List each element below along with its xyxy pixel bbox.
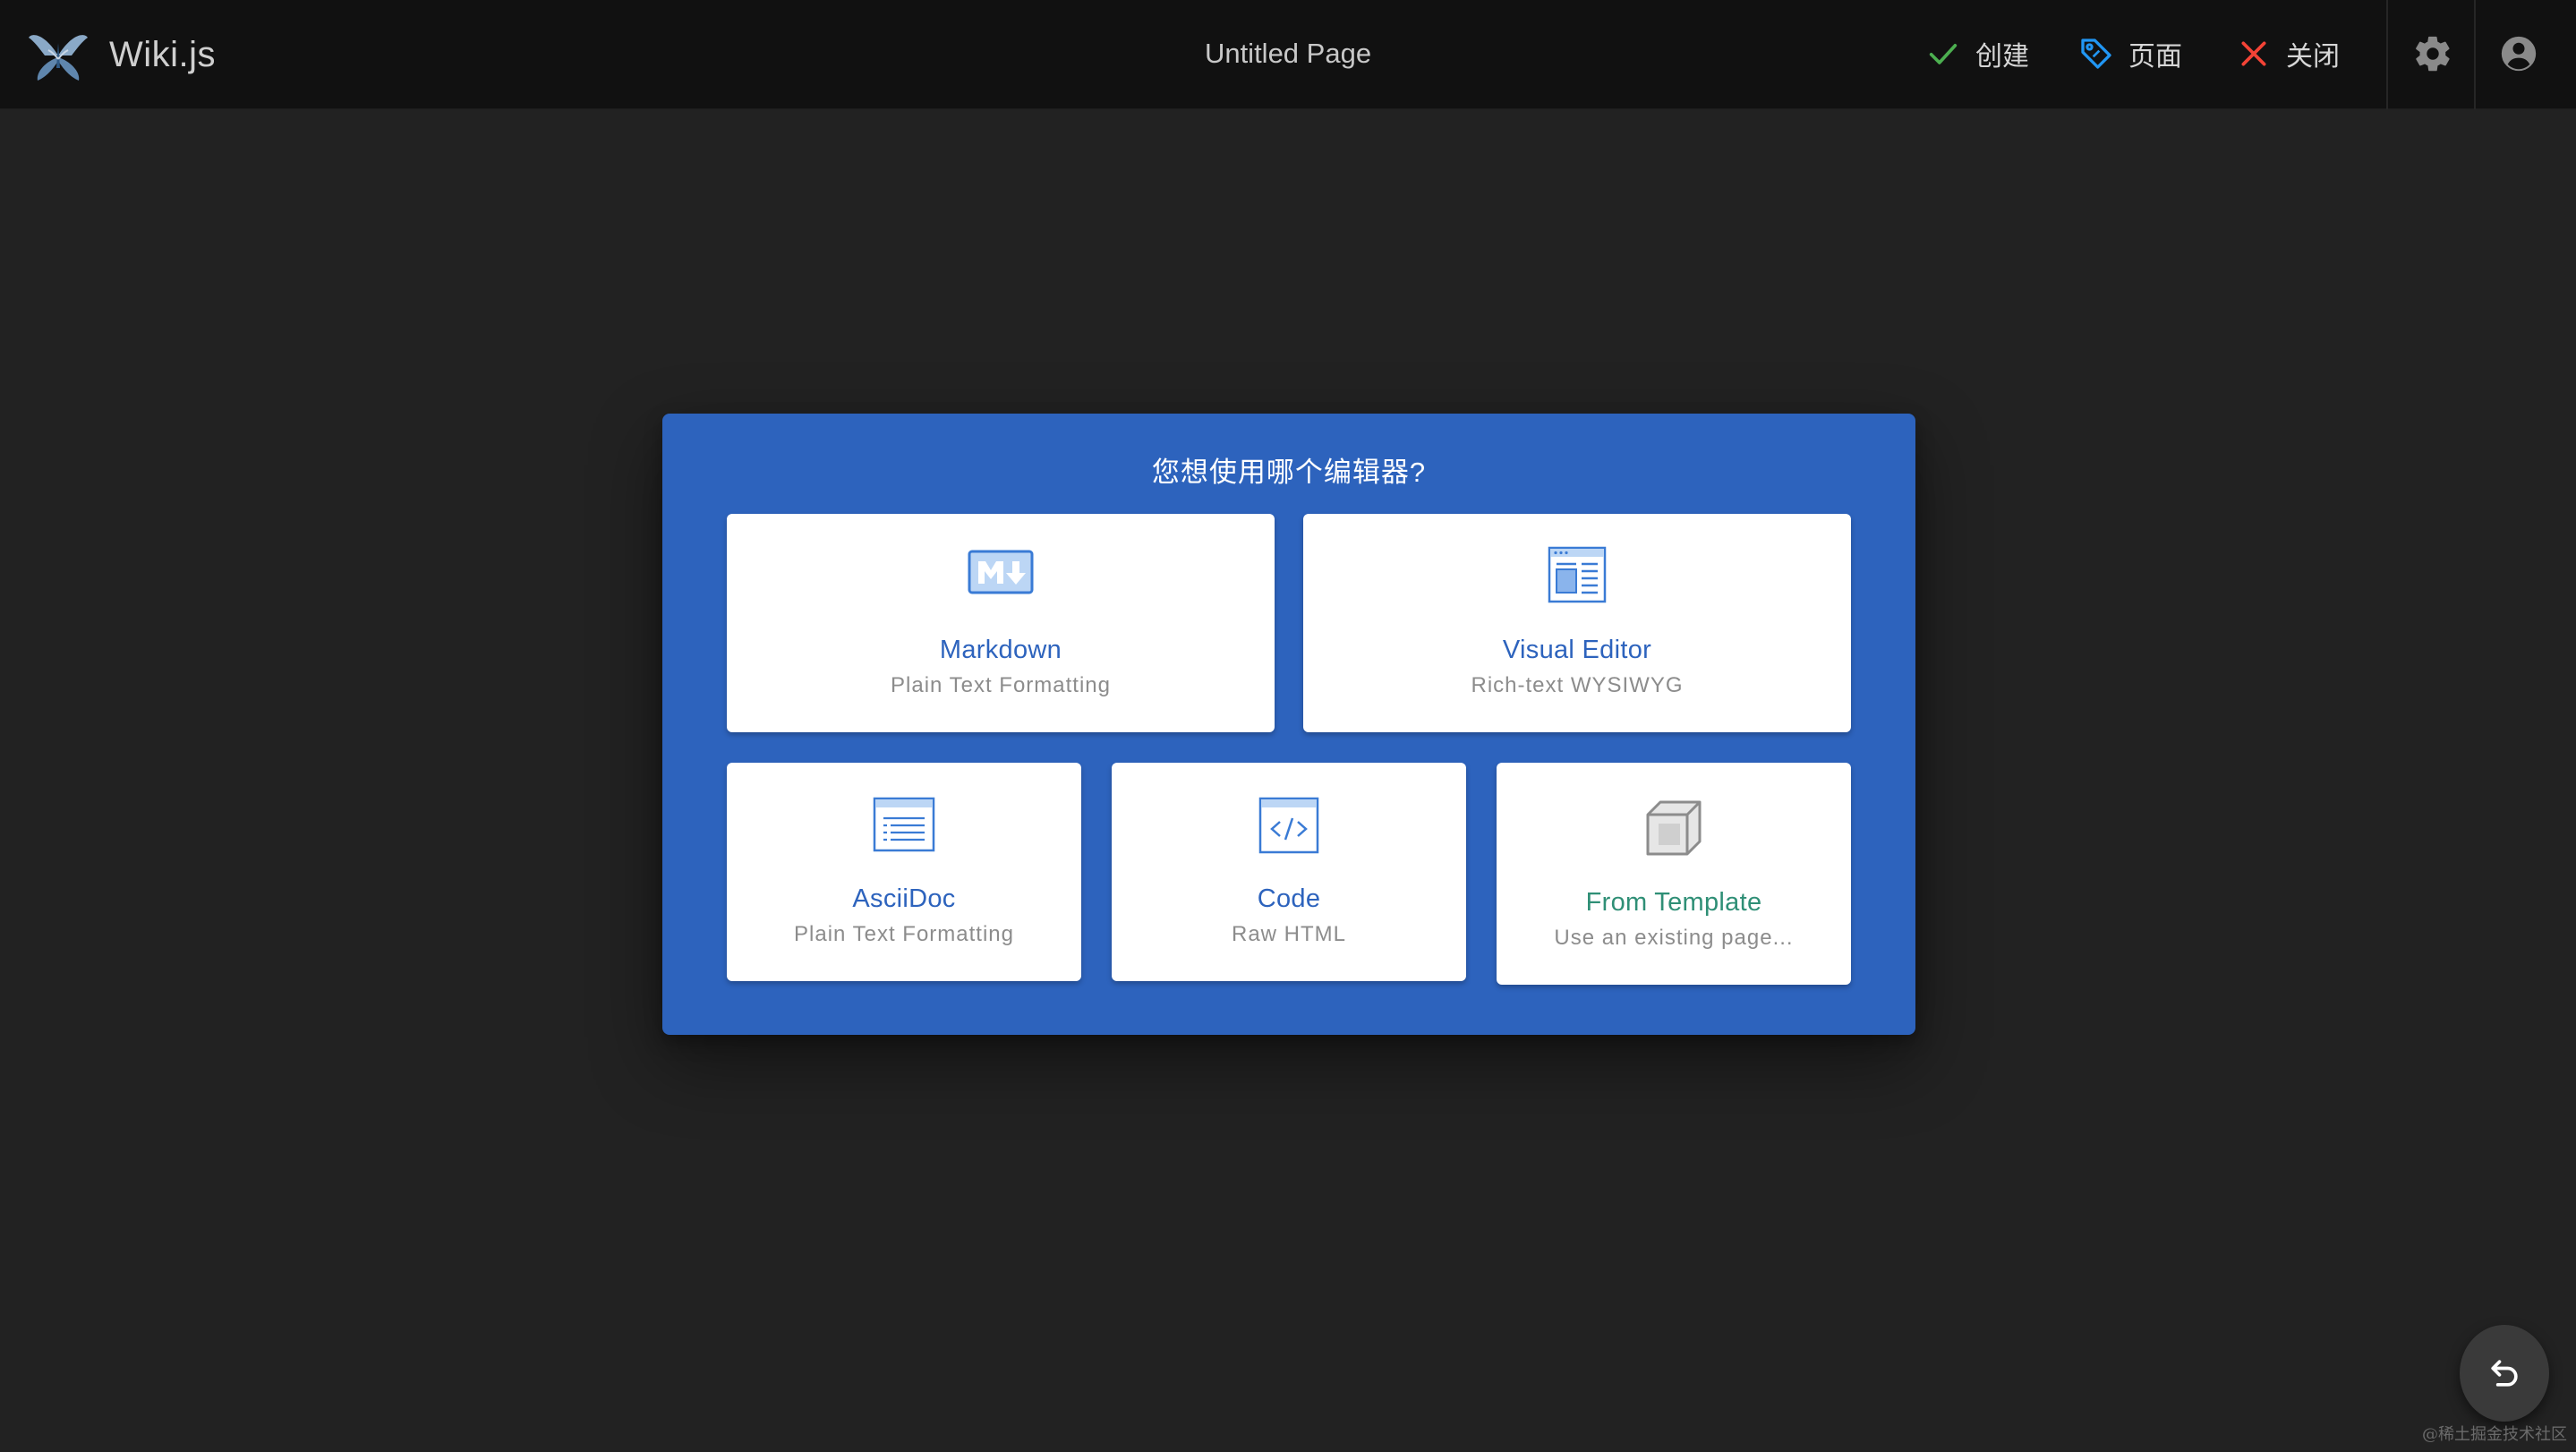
create-button-label: 创建 — [1975, 42, 2029, 72]
divider — [2386, 0, 2388, 109]
close-button[interactable]: 关闭 — [2229, 21, 2347, 86]
editor-card-title: From Template — [1585, 888, 1762, 917]
close-button-label: 关闭 — [2286, 42, 2340, 72]
editor-card-subtitle: Plain Text Formatting — [794, 922, 1014, 946]
editor-card-title: AsciiDoc — [852, 884, 956, 913]
page-properties-button[interactable]: 页面 — [2071, 21, 2189, 86]
tag-icon — [2081, 38, 2111, 69]
admin-button[interactable] — [2406, 27, 2460, 81]
markdown-icon — [968, 550, 1034, 594]
editor-card-code[interactable]: Code Raw HTML — [1112, 763, 1466, 981]
page-title: Untitled Page — [1204, 38, 1372, 69]
editor-card-visual-editor[interactable]: Visual Editor Rich-text WYSIWYG — [1303, 514, 1851, 732]
asciidoc-icon — [873, 797, 935, 852]
watermark: @稀土掘金技术社区 — [2422, 1425, 2567, 1444]
editor-card-from-template[interactable]: From Template Use an existing page... — [1497, 763, 1851, 985]
page-properties-label: 页面 — [2128, 42, 2182, 72]
undo-fab-button[interactable] — [2460, 1325, 2549, 1422]
editor-card-subtitle: Rich-text WYSIWYG — [1471, 673, 1684, 697]
editor-card-subtitle: Plain Text Formatting — [891, 673, 1111, 697]
code-icon — [1258, 797, 1319, 854]
app-bar: Wiki.js Untitled Page 创建 页面 关闭 — [0, 0, 2576, 109]
account-button[interactable] — [2492, 27, 2546, 81]
editor-card-title: Visual Editor — [1502, 636, 1652, 664]
editor-card-markdown[interactable]: Markdown Plain Text Formatting — [727, 514, 1275, 732]
dialog-title: 您想使用哪个编辑器? — [1151, 457, 1427, 488]
editor-card-title: Markdown — [939, 636, 1062, 664]
editor-card-asciidoc[interactable]: AsciiDoc Plain Text Formatting — [727, 763, 1081, 981]
editor-card-subtitle: Use an existing page... — [1554, 926, 1794, 950]
create-button[interactable]: 创建 — [1918, 21, 2036, 86]
account-circle-icon — [2501, 36, 2537, 72]
editor-card-title: Code — [1257, 884, 1321, 913]
undo-icon — [2491, 1360, 2518, 1387]
cube-icon — [1646, 800, 1702, 856]
editor-card-subtitle: Raw HTML — [1231, 922, 1346, 946]
gear-icon — [2416, 36, 2450, 72]
divider — [2474, 0, 2476, 109]
check-icon — [1929, 44, 1958, 64]
close-icon — [2241, 41, 2266, 66]
editor-select-dialog: 您想使用哪个编辑器? Markdown Plain Text Formattin… — [662, 414, 1915, 1035]
visual-editor-icon — [1548, 546, 1607, 603]
